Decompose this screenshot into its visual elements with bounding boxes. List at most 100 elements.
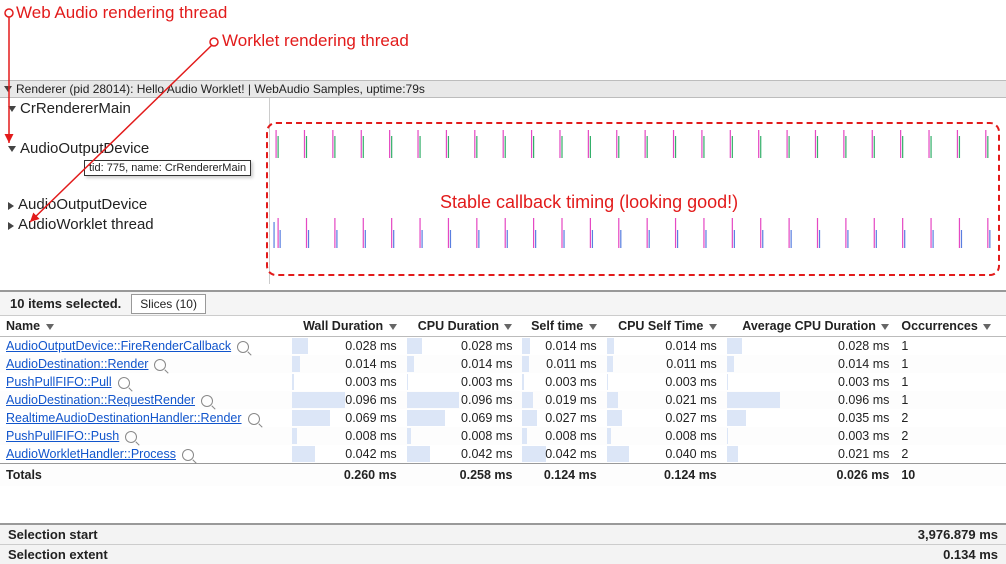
totals-row: Totals0.260 ms0.258 ms0.124 ms0.124 ms0.… [0,464,1006,487]
cell-occurrences: 1 [895,391,1006,409]
track-audioworklet[interactable]: AudioWorklet thread [0,214,269,234]
col-cpuself[interactable]: CPU Self Time [603,316,723,337]
selection-footer: Selection start 3,976.879 ms Selection e… [0,523,1006,564]
cell-occurrences: 1 [895,337,1006,356]
track-label: AudioWorklet thread [18,216,154,233]
chevron-right-icon[interactable] [8,202,14,210]
cell-value: 0.069 ms [403,409,519,427]
process-header[interactable]: Renderer (pid 28014): Hello Audio Workle… [0,80,1006,98]
selection-start-value: 3,976.879 ms [918,527,998,542]
cell-value: 0.008 ms [603,427,723,445]
cell-value: 0.035 ms [723,409,896,427]
annotation-callout: Stable callback timing (looking good!) [440,192,738,213]
annotation-worklet: Worklet rendering thread [222,31,409,51]
cell-value: 0.014 ms [403,355,519,373]
table-row[interactable]: PushPullFIFO::Pull0.003 ms0.003 ms0.003 … [0,373,1006,391]
cell-value: 0.028 ms [288,337,403,356]
cell-value: 0.011 ms [518,355,602,373]
zoom-icon[interactable] [182,449,194,461]
sort-icon [46,324,54,330]
track-audiooutputdevice[interactable]: AudioOutputDevice [0,138,269,156]
cell-value: 0.008 ms [403,427,519,445]
timeline-canvas[interactable]: Stable callback timing (looking good!) [270,98,1006,284]
col-self[interactable]: Self time [518,316,602,337]
chevron-down-icon[interactable] [8,106,16,112]
cell-value: 0.014 ms [603,337,723,356]
table-row[interactable]: AudioDestination::Render0.014 ms0.014 ms… [0,355,1006,373]
table-row[interactable]: AudioDestination::RequestRender0.096 ms0… [0,391,1006,409]
cell-occurrences: 2 [895,409,1006,427]
cell-value: 0.021 ms [603,391,723,409]
cell-value: 0.014 ms [723,355,896,373]
zoom-icon[interactable] [154,359,166,371]
track-label: AudioOutputDevice [20,140,149,157]
selection-extent-label: Selection extent [8,547,108,562]
cell-value: 0.008 ms [288,427,403,445]
cell-value: 0.096 ms [403,391,519,409]
cell-value: 0.008 ms [518,427,602,445]
cell-value: 0.040 ms [603,445,723,464]
slice-name[interactable]: AudioOutputDevice::FireRenderCallback [0,337,288,356]
cell-value: 0.069 ms [288,409,403,427]
cell-value: 0.019 ms [518,391,602,409]
track-area: CrRendererMain AudioOutputDevice AudioOu… [0,98,1006,284]
slice-table: Name Wall Duration CPU Duration Self tim… [0,316,1006,486]
cell-value: 0.028 ms [403,337,519,356]
cell-value: 0.014 ms [288,355,403,373]
cell-value: 0.003 ms [723,373,896,391]
slice-name[interactable]: AudioDestination::RequestRender [0,391,288,409]
cell-value: 0.027 ms [518,409,602,427]
sort-icon [504,324,512,330]
slice-name[interactable]: AudioDestination::Render [0,355,288,373]
cell-value: 0.096 ms [288,391,403,409]
thread-tooltip: tid: 775, name: CrRendererMain [84,160,251,176]
sort-icon [389,324,397,330]
table-row[interactable]: RealtimeAudioDestinationHandler::Render0… [0,409,1006,427]
track-crrenderermain[interactable]: CrRendererMain [0,98,269,116]
zoom-icon[interactable] [125,431,137,443]
cell-value: 0.096 ms [723,391,896,409]
chevron-down-icon[interactable] [4,86,12,92]
zoom-icon[interactable] [248,413,260,425]
annotation-overlay: Web Audio rendering thread Worklet rende… [0,0,1006,80]
col-avgcpu[interactable]: Average CPU Duration [723,316,896,337]
table-row[interactable]: AudioOutputDevice::FireRenderCallback0.0… [0,337,1006,356]
slice-name[interactable]: RealtimeAudioDestinationHandler::Render [0,409,288,427]
col-name[interactable]: Name [0,316,288,337]
sort-icon [881,324,889,330]
slice-name[interactable]: AudioWorkletHandler::Process [0,445,288,464]
slice-name[interactable]: PushPullFIFO::Push [0,427,288,445]
sort-icon [709,324,717,330]
table-row[interactable]: PushPullFIFO::Push0.008 ms0.008 ms0.008 … [0,427,1006,445]
zoom-icon[interactable] [237,341,249,353]
track-label: AudioOutputDevice [18,196,147,213]
annotation-web-audio: Web Audio rendering thread [16,3,227,23]
zoom-icon[interactable] [201,395,213,407]
cell-value: 0.003 ms [288,373,403,391]
chevron-right-icon[interactable] [8,222,14,230]
col-cpu[interactable]: CPU Duration [403,316,519,337]
cell-value: 0.042 ms [403,445,519,464]
cell-value: 0.028 ms [723,337,896,356]
process-title: Renderer (pid 28014): Hello Audio Workle… [16,82,425,96]
table-row[interactable]: AudioWorkletHandler::Process0.042 ms0.04… [0,445,1006,464]
cell-value: 0.003 ms [723,427,896,445]
cell-value: 0.003 ms [518,373,602,391]
cell-value: 0.042 ms [288,445,403,464]
chevron-down-icon[interactable] [8,146,16,152]
cell-occurrences: 2 [895,427,1006,445]
cell-occurrences: 1 [895,355,1006,373]
slice-name[interactable]: PushPullFIFO::Pull [0,373,288,391]
cell-value: 0.011 ms [603,355,723,373]
col-wall[interactable]: Wall Duration [288,316,403,337]
col-occurrences[interactable]: Occurrences [895,316,1006,337]
sort-icon [589,324,597,330]
cell-value: 0.003 ms [603,373,723,391]
sort-icon [983,324,991,330]
track-sidebar: CrRendererMain AudioOutputDevice AudioOu… [0,98,270,284]
slices-button[interactable]: Slices (10) [131,294,206,314]
cell-value: 0.014 ms [518,337,602,356]
zoom-icon[interactable] [118,377,130,389]
cell-value: 0.027 ms [603,409,723,427]
track-audiooutputdevice-2[interactable]: AudioOutputDevice [0,194,269,214]
